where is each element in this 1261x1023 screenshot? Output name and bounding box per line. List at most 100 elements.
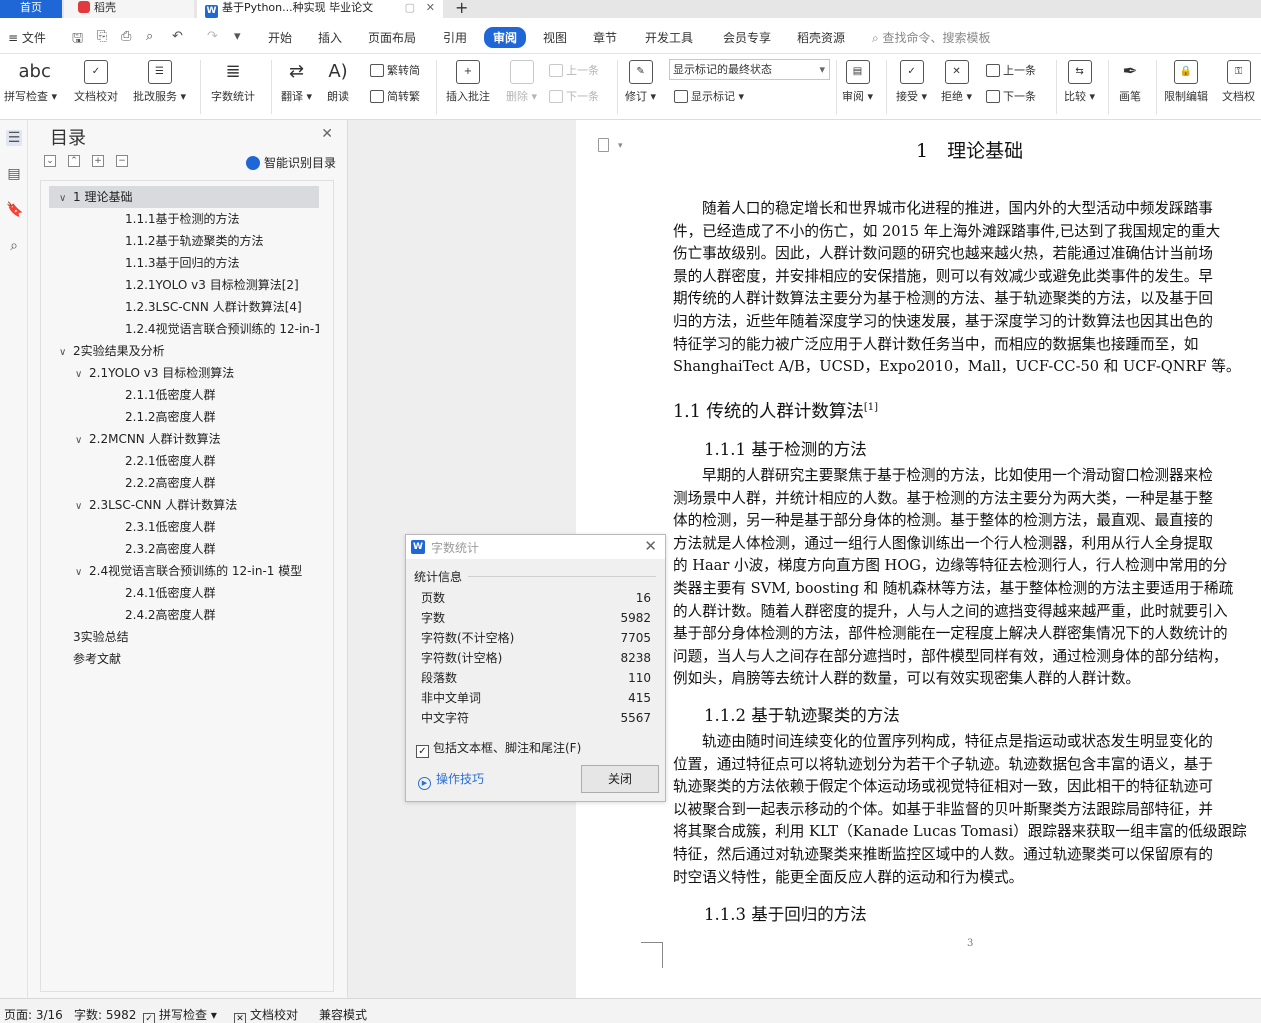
pen-button[interactable]: ✒ 画笔 (1118, 60, 1142, 104)
next-comment-button[interactable]: 下一条 (549, 88, 599, 104)
include-notes-checkbox[interactable]: ✓ 包括文本框、脚注和尾注(F) (416, 739, 581, 758)
reject-button[interactable]: ✕ 拒绝 ▾ (941, 60, 972, 104)
chapter-nav-icon[interactable]: ▤ (6, 166, 22, 182)
menu-review[interactable]: 审阅 (484, 27, 527, 48)
doc-permission-button[interactable]: ⚿ 文档权 (1222, 60, 1255, 104)
toc-item[interactable]: ∨ 2.2MCNN 人群计数算法 (49, 428, 319, 450)
revise-button[interactable]: ✎ 修订 ▾ (625, 60, 656, 104)
find-icon[interactable]: ⌕ (6, 238, 22, 254)
delete-comment-button[interactable]: 删除 ▾ (506, 60, 537, 104)
menu-view[interactable]: 视图 (543, 29, 567, 46)
collapse-arrow-icon[interactable]: ∨ (75, 430, 89, 450)
word-count-label: 字数统计 (211, 90, 255, 103)
collapse-all-icon[interactable]: ⌃ (68, 155, 80, 167)
tab-document[interactable]: W 基于Python...种实现 毕业论文 ▢ ✕ (197, 0, 443, 18)
word-count-button[interactable]: ≣ 字数统计 (211, 60, 255, 104)
pin-icon[interactable]: ▢ (405, 0, 415, 16)
toc-item[interactable]: 1.2.3LSC-CNN 人群计数算法[4] (49, 296, 319, 318)
toc-item[interactable]: 1.1.3基于回归的方法 (49, 252, 319, 274)
smart-toc-button[interactable]: 智能识别目录 (246, 154, 336, 171)
add-heading-icon[interactable]: + (92, 155, 104, 167)
collapse-arrow-icon[interactable]: ∨ (75, 496, 89, 516)
review-pane-button[interactable]: ▤ 审阅 ▾ (842, 60, 873, 104)
close-button[interactable]: 关闭 (581, 765, 659, 793)
preview-icon[interactable]: ⌕ (146, 29, 153, 44)
compare-button[interactable]: ⇆ 比较 ▾ (1064, 60, 1095, 104)
toc-item[interactable]: 1.1.2基于轨迹聚类的方法 (49, 230, 319, 252)
remove-heading-icon[interactable]: − (116, 155, 128, 167)
collapse-arrow-icon[interactable]: ∨ (59, 188, 73, 208)
tips-link[interactable]: ▶ 操作技巧 (418, 770, 484, 790)
tab-daoke[interactable]: 稻壳 (64, 0, 194, 18)
to-traditional-button[interactable]: 繁转简 (370, 62, 420, 78)
command-search[interactable]: ⌕ 查找命令、搜索模板 (872, 29, 991, 46)
ribbon-separator (617, 60, 618, 114)
toc-item[interactable]: 1.2.4视觉语言联合预训练的 12-in-1 ... (49, 318, 319, 340)
next-change-button[interactable]: 下一条 (986, 88, 1036, 104)
dialog-close-icon[interactable]: ✕ (644, 537, 657, 555)
document-dropdown-icon[interactable]: ▾ (618, 141, 623, 151)
toc-item[interactable]: 2.2.2高密度人群 (49, 472, 319, 494)
menu-daoke-resources[interactable]: 稻壳资源 (797, 29, 845, 46)
document-icon[interactable] (598, 138, 609, 152)
toc-item[interactable]: 参考文献 (49, 648, 319, 670)
redo-icon[interactable]: ↷ (207, 29, 218, 44)
menu-dev-tools[interactable]: 开发工具 (645, 29, 693, 46)
bookmark-icon[interactable]: 🔖 (6, 202, 23, 218)
accept-button[interactable]: ✓ 接受 ▾ (896, 60, 927, 104)
markup-state-select[interactable]: 显示标记的最终状态 (669, 59, 830, 80)
spell-check-status[interactable]: ✓ 拼写检查 ▾ (143, 1006, 217, 1023)
toc-item[interactable]: 1.2.1YOLO v3 目标检测算法[2] (49, 274, 319, 296)
menu-references[interactable]: 引用 (443, 29, 467, 46)
export-icon[interactable]: ⎘ (97, 29, 107, 44)
toc-item[interactable]: 2.1.1低密度人群 (49, 384, 319, 406)
collapse-arrow-icon[interactable]: ∨ (75, 364, 89, 384)
toc-item[interactable]: ∨ 2.4视觉语言联合预训练的 12-in-1 模型 (49, 560, 319, 582)
undo-icon[interactable]: ↶ (172, 29, 183, 44)
to-simplified-button[interactable]: 简转繁 (370, 88, 420, 104)
toc-nav-icon[interactable]: ☰ (6, 130, 22, 146)
prev-comment-button[interactable]: 上一条 (549, 62, 599, 78)
page-indicator[interactable]: 页面: 3/16 (4, 1006, 63, 1023)
batch-service-button[interactable]: ☰ 批改服务 ▾ (133, 60, 186, 104)
reject-label: 拒绝 (941, 90, 963, 103)
read-aloud-button[interactable]: A) 朗读 (326, 60, 350, 104)
save-icon[interactable]: 🖫 (72, 29, 83, 51)
toc-item[interactable]: 2.2.1低密度人群 (49, 450, 319, 472)
menu-start[interactable]: 开始 (268, 29, 292, 46)
collapse-arrow-icon[interactable]: ∨ (59, 342, 73, 362)
menu-member[interactable]: 会员专享 (723, 29, 771, 46)
toc-item[interactable]: 3实验总结 (49, 626, 319, 648)
toc-item[interactable]: 2.3.2高密度人群 (49, 538, 319, 560)
toc-item[interactable]: ∨ 2实验结果及分析 (49, 340, 319, 362)
show-markup-button[interactable]: 显示标记 ▾ (674, 88, 744, 104)
collapse-arrow-icon[interactable]: ∨ (75, 562, 89, 582)
toc-item[interactable]: ∨ 1 理论基础 (49, 186, 319, 208)
new-tab-button[interactable]: + (455, 0, 468, 17)
toc-item[interactable]: 2.4.2高密度人群 (49, 604, 319, 626)
toc-item[interactable]: 2.3.1低密度人群 (49, 516, 319, 538)
quick-access-dropdown-icon[interactable]: ▾ (234, 29, 241, 44)
restrict-edit-button[interactable]: 🔒 限制编辑 (1164, 60, 1208, 104)
menu-file[interactable]: ≡ 文件 (8, 29, 46, 46)
menu-insert[interactable]: 插入 (318, 29, 342, 46)
word-count-status[interactable]: 字数: 5982 (74, 1006, 136, 1023)
toc-item[interactable]: 2.1.2高密度人群 (49, 406, 319, 428)
proofread-status[interactable]: ✕ 文档校对 (234, 1006, 298, 1023)
toc-close-icon[interactable]: ✕ (321, 126, 333, 142)
prev-change-button[interactable]: 上一条 (986, 62, 1036, 78)
toc-item[interactable]: ∨ 2.3LSC-CNN 人群计数算法 (49, 494, 319, 516)
menu-page-layout[interactable]: 页面布局 (368, 29, 416, 46)
spell-check-button[interactable]: abc 拼写检查 ▾ (4, 60, 57, 104)
print-icon[interactable]: ⎙ (121, 29, 131, 44)
toc-item[interactable]: 2.4.1低密度人群 (49, 582, 319, 604)
tab-home[interactable]: 首页 (0, 0, 62, 18)
insert-comment-button[interactable]: + 插入批注 (446, 60, 490, 104)
menu-chapter[interactable]: 章节 (593, 29, 617, 46)
tab-close-icon[interactable]: ✕ (426, 0, 435, 16)
expand-all-icon[interactable]: ⌄ (44, 155, 56, 167)
toc-item[interactable]: 1.1.1基于检测的方法 (49, 208, 319, 230)
translate-button[interactable]: ⇄ 翻译 ▾ (281, 60, 312, 104)
toc-item[interactable]: ∨ 2.1YOLO v3 目标检测算法 (49, 362, 319, 384)
doc-check-button[interactable]: ✓ 文档校对 (74, 60, 118, 104)
